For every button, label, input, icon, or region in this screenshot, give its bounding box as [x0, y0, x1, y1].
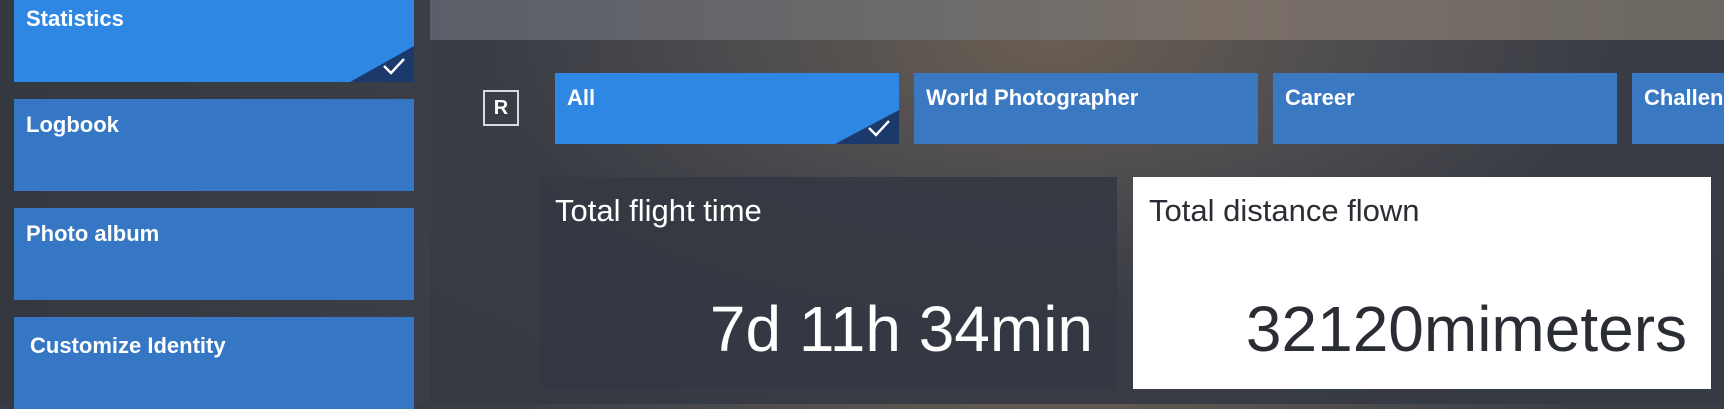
sidebar-item-customize-identity[interactable]: Customize Identity [14, 317, 414, 409]
sidebar-item-label: Logbook [26, 112, 119, 137]
stat-value: 32120mimeters [1245, 293, 1687, 365]
tab-all[interactable]: All [555, 73, 899, 144]
checkmark-icon [868, 120, 890, 137]
checkmark-icon [383, 58, 405, 75]
tab-label: Challen [1644, 85, 1724, 110]
filter-key-hint: R [483, 90, 519, 126]
stat-title: Total flight time [555, 193, 762, 228]
stat-card-distance-flown[interactable]: Total distance flown 32120mimeters [1133, 177, 1711, 389]
sidebar-item-label: Statistics [26, 6, 124, 31]
sidebar: Statistics Logbook Photo album Customize… [0, 0, 430, 409]
tab-label: All [567, 85, 596, 110]
stat-card-flight-time[interactable]: Total flight time 7d 11h 34min [539, 177, 1117, 389]
header-banner [430, 0, 1724, 40]
stat-title: Total distance flown [1149, 193, 1420, 228]
tab-label: World Photographer [926, 85, 1139, 110]
sidebar-item-label: Photo album [26, 221, 160, 246]
sidebar-item-logbook[interactable]: Logbook [14, 99, 414, 191]
sidebar-item-statistics[interactable]: Statistics [14, 0, 414, 82]
tab-world-photographer[interactable]: World Photographer [914, 73, 1258, 144]
tab-career[interactable]: Career [1273, 73, 1617, 144]
tab-label: Career [1285, 85, 1355, 110]
sidebar-item-label: Customize Identity [30, 333, 226, 358]
tab-challenges[interactable]: Challen [1632, 73, 1724, 144]
stat-value: 7d 11h 34min [709, 293, 1093, 365]
sidebar-item-photo-album[interactable]: Photo album [14, 208, 414, 300]
